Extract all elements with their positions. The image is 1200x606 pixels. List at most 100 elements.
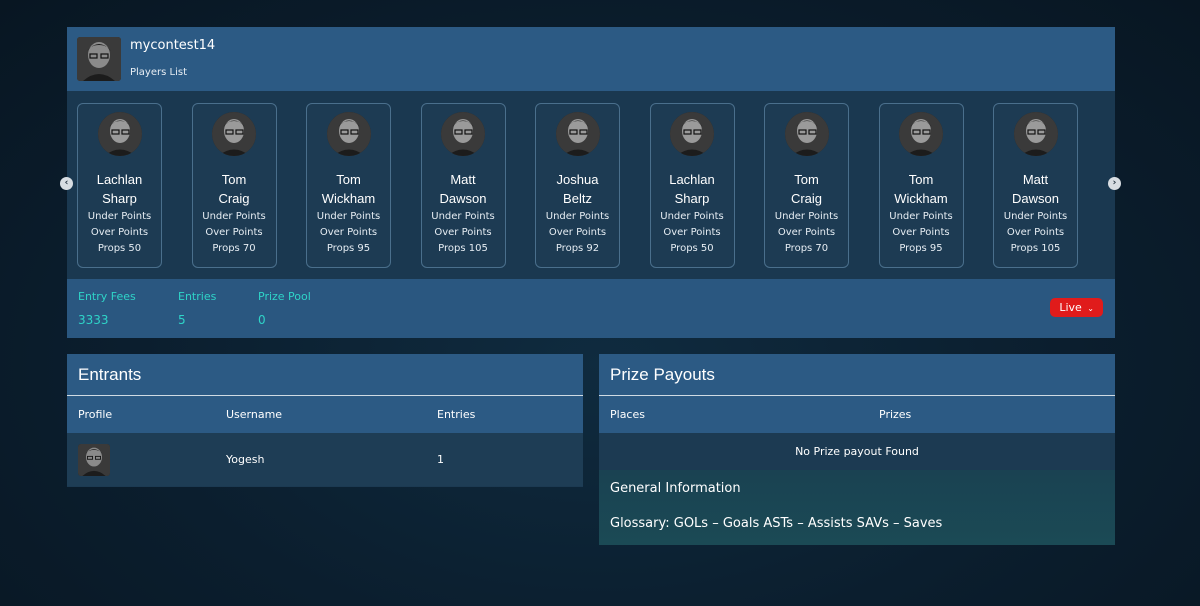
over-points-label: Over Points [434, 227, 492, 238]
table-row[interactable]: Yogesh 1 [67, 433, 583, 486]
player-last-name: Dawson [1012, 191, 1059, 206]
props-value: Props 50 [670, 243, 714, 254]
player-card[interactable]: Matt Dawson Under Points Over Points Props 1… [993, 103, 1078, 268]
empty-state-message: No Prize payout Found [599, 433, 1115, 470]
chevron-left-icon: ‹ [64, 178, 69, 188]
props-value: Props 95 [899, 243, 943, 254]
player-avatar [326, 112, 371, 156]
props-value: Props 50 [97, 243, 142, 254]
under-points-label: Under Points [1003, 211, 1068, 222]
player-first-name: Tom [908, 172, 934, 187]
props-value: Props 70 [784, 243, 829, 254]
player-first-name: Matt [450, 172, 476, 187]
general-information-section: General Information Glossary: GOLs – Goa… [599, 470, 1115, 545]
player-avatar [97, 112, 142, 156]
entry-fees-value: 3333 [78, 313, 109, 327]
props-value: Props 105 [1010, 243, 1061, 254]
prize-pool-value: 0 [258, 313, 266, 327]
entrants-title: Entrants [78, 365, 142, 384]
carousel-next-button[interactable]: › [1108, 177, 1121, 190]
player-card[interactable]: Lachlan Sharp Under Points Over Points Props… [649, 103, 735, 268]
player-avatar [441, 112, 485, 156]
player-card[interactable]: Tom Wickham Under Points Over Points Props 9… [306, 103, 391, 268]
username-cell: Yogesh [226, 453, 265, 466]
column-entries: Entries [437, 408, 476, 421]
entrants-title-bar: Entrants [67, 354, 583, 396]
entrants-table-header: Profile Username Entries [67, 396, 583, 433]
player-first-name: Tom [794, 172, 819, 187]
live-dropdown-button[interactable]: Live ⌄ [1050, 298, 1103, 317]
prize-payouts-panel: Prize Payouts Places Prizes No Prize pay… [599, 354, 1115, 545]
props-value: Props 95 [326, 243, 371, 254]
player-last-name: Dawson [439, 191, 487, 206]
player-first-name: Tom [336, 172, 361, 187]
carousel-prev-button[interactable]: ‹ [60, 177, 73, 190]
player-first-name: Tom [221, 172, 247, 187]
under-points-label: Under Points [660, 211, 724, 222]
entry-fees-label: Entry Fees [78, 290, 136, 303]
under-points-label: Under Points [545, 211, 610, 222]
under-points-label: Under Points [316, 211, 381, 222]
props-value: Props 70 [212, 243, 256, 254]
player-card[interactable]: Lachlan Sharp Under Points Over Points Props… [77, 103, 162, 268]
chevron-right-icon: › [1112, 178, 1117, 188]
player-card[interactable]: Tom Craig Under Points Over Points Props 70 [764, 103, 849, 268]
column-username: Username [226, 408, 283, 421]
player-last-name: Wickham [321, 191, 376, 206]
over-points-label: Over Points [548, 227, 607, 238]
player-avatar [784, 112, 829, 156]
entries-cell: 1 [437, 453, 444, 466]
player-first-name: Lachlan [96, 172, 143, 187]
under-points-label: Under Points [889, 211, 953, 222]
column-prizes: Prizes [879, 408, 912, 421]
contest-name: mycontest14 [130, 38, 216, 53]
under-points-label: Under Points [431, 211, 495, 222]
over-points-label: Over Points [663, 227, 721, 238]
over-points-label: Over Points [205, 227, 263, 238]
prize-pool-label: Prize Pool [258, 290, 311, 303]
under-points-label: Under Points [774, 211, 839, 222]
entries-value: 5 [178, 313, 186, 327]
player-avatar [212, 112, 256, 156]
player-card[interactable]: Joshua Beltz Under Points Over Points Props … [535, 103, 620, 268]
player-last-name: Wickham [894, 191, 948, 206]
player-first-name: Joshua [556, 172, 599, 187]
live-label: Live [1059, 301, 1082, 314]
entries-label: Entries [178, 290, 217, 303]
over-points-label: Over Points [319, 227, 378, 238]
player-first-name: Matt [1022, 172, 1049, 187]
player-last-name: Sharp [674, 191, 710, 206]
contest-header: mycontest14 Players List [67, 27, 1115, 91]
contest-panel: mycontest14 Players List ‹ Lachlan Sharp U… [60, 27, 1121, 338]
player-first-name: Lachlan [669, 172, 715, 187]
under-points-label: Under Points [202, 211, 266, 222]
player-card[interactable]: Tom Wickham Under Points Over Points Props 9… [878, 103, 964, 268]
contest-avatar [77, 37, 121, 81]
chevron-down-icon: ⌄ [1087, 304, 1094, 313]
contest-stats-bar: Entry Fees 3333 Entries 5 Prize Pool 0 L… [67, 279, 1115, 338]
players-carousel: ‹ Lachlan Sharp Under Points Over Points Pro… [60, 91, 1121, 279]
general-information-title: General Information [610, 481, 741, 496]
avatar [78, 444, 110, 476]
over-points-label: Over Points [90, 227, 149, 238]
player-last-name: Beltz [563, 191, 592, 206]
prize-payouts-title-bar: Prize Payouts [599, 354, 1115, 396]
under-points-label: Under Points [87, 211, 152, 222]
over-points-label: Over Points [777, 227, 836, 238]
players-list-label: Players List [130, 67, 187, 78]
prize-payouts-title: Prize Payouts [610, 365, 715, 384]
player-card[interactable]: Matt Dawson Under Points Over Points Props 1… [420, 103, 506, 268]
player-avatar [555, 112, 600, 156]
player-avatar [670, 112, 714, 156]
over-points-label: Over Points [1006, 227, 1065, 238]
player-last-name: Craig [218, 191, 250, 206]
glossary-text: Glossary: GOLs – Goals ASTs – Assists SA… [610, 516, 943, 531]
player-avatar [1013, 112, 1058, 156]
player-last-name: Craig [790, 191, 823, 206]
props-value: Props 105 [438, 243, 488, 254]
prize-table-header: Places Prizes [599, 396, 1115, 433]
props-value: Props 92 [555, 243, 600, 254]
column-profile: Profile [78, 408, 113, 421]
player-card[interactable]: Tom Craig Under Points Over Points Props 70 [191, 103, 277, 268]
column-places: Places [610, 408, 645, 421]
